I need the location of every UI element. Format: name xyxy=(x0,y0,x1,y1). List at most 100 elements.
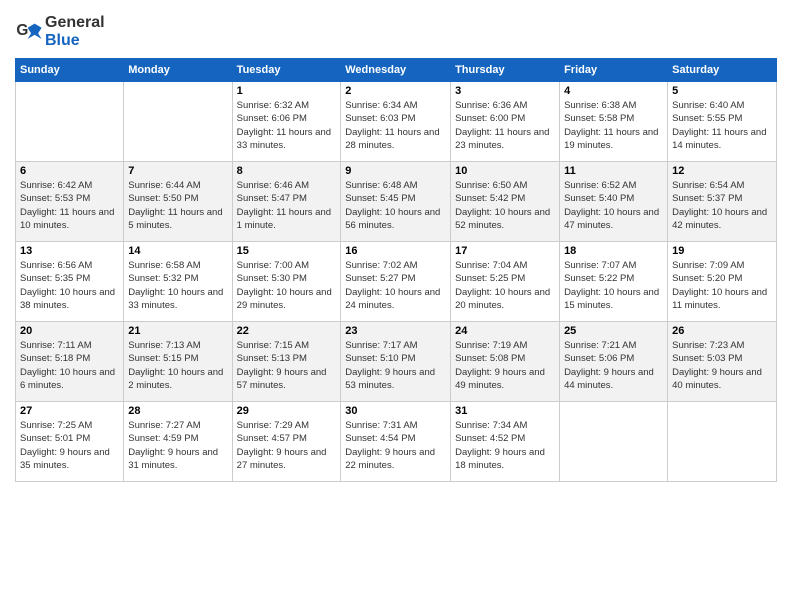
day-number: 7 xyxy=(128,165,227,177)
calendar-cell: 19Sunrise: 7:09 AM Sunset: 5:20 PM Dayli… xyxy=(668,242,777,322)
day-number: 30 xyxy=(345,405,446,417)
logo-icon: G xyxy=(15,18,43,46)
day-header-friday: Friday xyxy=(560,59,668,82)
calendar-cell: 9 Sunrise: 6:48 AM Sunset: 5:45 PM Daylig… xyxy=(341,162,451,242)
day-info: Sunrise: 6:48 AM Sunset: 5:45 PM Dayligh… xyxy=(345,179,446,232)
day-number: 9 xyxy=(345,165,446,177)
calendar-cell: 31 Sunrise: 7:34 AM Sunset: 4:52 PM Dayli… xyxy=(451,402,560,482)
day-number: 5 xyxy=(672,85,772,97)
day-info: Sunrise: 7:11 AM Sunset: 5:18 PM Dayligh… xyxy=(20,339,119,392)
day-header-saturday: Saturday xyxy=(668,59,777,82)
day-number: 13 xyxy=(20,245,119,257)
calendar-cell: 7 Sunrise: 6:44 AM Sunset: 5:50 PM Daylig… xyxy=(124,162,232,242)
calendar-cell: 4 Sunrise: 6:38 AM Sunset: 5:58 PM Daylig… xyxy=(560,82,668,162)
calendar-header: G General Blue xyxy=(15,10,777,50)
day-info: Sunrise: 7:07 AM Sunset: 5:22 PM Dayligh… xyxy=(564,259,663,312)
day-info: Sunrise: 7:19 AM Sunset: 5:08 PM Dayligh… xyxy=(455,339,555,392)
day-info: Sunrise: 6:58 AM Sunset: 5:32 PM Dayligh… xyxy=(128,259,227,312)
day-info: Sunrise: 6:40 AM Sunset: 5:55 PM Dayligh… xyxy=(672,99,772,152)
logo: G General Blue xyxy=(15,14,105,50)
day-info: Sunrise: 6:32 AM Sunset: 6:06 PM Dayligh… xyxy=(237,99,337,152)
calendar-cell: 16Sunrise: 7:02 AM Sunset: 5:27 PM Dayli… xyxy=(341,242,451,322)
calendar-cell: 26 Sunrise: 7:23 AM Sunset: 5:03 PM Dayli… xyxy=(668,322,777,402)
day-info: Sunrise: 6:42 AM Sunset: 5:53 PM Dayligh… xyxy=(20,179,119,232)
calendar-cell: 5 Sunrise: 6:40 AM Sunset: 5:55 PM Daylig… xyxy=(668,82,777,162)
day-info: Sunrise: 6:54 AM Sunset: 5:37 PM Dayligh… xyxy=(672,179,772,232)
day-number: 27 xyxy=(20,405,119,417)
day-number: 12 xyxy=(672,165,772,177)
day-number: 31 xyxy=(455,405,555,417)
calendar-cell: 3 Sunrise: 6:36 AM Sunset: 6:00 PM Daylig… xyxy=(451,82,560,162)
calendar-cell: 2Sunrise: 6:34 AM Sunset: 6:03 PM Daylig… xyxy=(341,82,451,162)
calendar-body: 1 Sunrise: 6:32 AM Sunset: 6:06 PM Daylig… xyxy=(16,82,777,482)
day-info: Sunrise: 6:46 AM Sunset: 5:47 PM Dayligh… xyxy=(237,179,337,232)
week-row-5: 27 Sunrise: 7:25 AM Sunset: 5:01 PM Dayli… xyxy=(16,402,777,482)
day-info: Sunrise: 7:04 AM Sunset: 5:25 PM Dayligh… xyxy=(455,259,555,312)
day-number: 22 xyxy=(237,325,337,337)
day-number: 28 xyxy=(128,405,227,417)
day-number: 4 xyxy=(564,85,663,97)
day-number: 19 xyxy=(672,245,772,257)
day-number: 15 xyxy=(237,245,337,257)
week-row-1: 1 Sunrise: 6:32 AM Sunset: 6:06 PM Daylig… xyxy=(16,82,777,162)
day-header-monday: Monday xyxy=(124,59,232,82)
calendar-cell: 13 Sunrise: 6:56 AM Sunset: 5:35 PM Dayli… xyxy=(16,242,124,322)
calendar-cell: 28 Sunrise: 7:27 AM Sunset: 4:59 PM Dayli… xyxy=(124,402,232,482)
day-info: Sunrise: 6:38 AM Sunset: 5:58 PM Dayligh… xyxy=(564,99,663,152)
day-info: Sunrise: 7:34 AM Sunset: 4:52 PM Dayligh… xyxy=(455,419,555,472)
day-number: 25 xyxy=(564,325,663,337)
week-row-2: 6 Sunrise: 6:42 AM Sunset: 5:53 PM Daylig… xyxy=(16,162,777,242)
day-number: 1 xyxy=(237,85,337,97)
day-number: 24 xyxy=(455,325,555,337)
calendar-cell: 1 Sunrise: 6:32 AM Sunset: 6:06 PM Daylig… xyxy=(232,82,341,162)
day-info: Sunrise: 7:25 AM Sunset: 5:01 PM Dayligh… xyxy=(20,419,119,472)
week-row-3: 13 Sunrise: 6:56 AM Sunset: 5:35 PM Dayli… xyxy=(16,242,777,322)
day-info: Sunrise: 6:34 AM Sunset: 6:03 PM Dayligh… xyxy=(345,99,446,152)
day-number: 16 xyxy=(345,245,446,257)
day-number: 6 xyxy=(20,165,119,177)
day-info: Sunrise: 7:23 AM Sunset: 5:03 PM Dayligh… xyxy=(672,339,772,392)
day-info: Sunrise: 6:36 AM Sunset: 6:00 PM Dayligh… xyxy=(455,99,555,152)
calendar-cell: 6 Sunrise: 6:42 AM Sunset: 5:53 PM Daylig… xyxy=(16,162,124,242)
day-number: 23 xyxy=(345,325,446,337)
day-info: Sunrise: 7:27 AM Sunset: 4:59 PM Dayligh… xyxy=(128,419,227,472)
day-number: 10 xyxy=(455,165,555,177)
calendar-cell: 11 Sunrise: 6:52 AM Sunset: 5:40 PM Dayli… xyxy=(560,162,668,242)
calendar-container: G General Blue SundayMondayTuesdayWednes… xyxy=(0,0,792,492)
day-info: Sunrise: 6:52 AM Sunset: 5:40 PM Dayligh… xyxy=(564,179,663,232)
day-number: 29 xyxy=(237,405,337,417)
day-number: 11 xyxy=(564,165,663,177)
calendar-cell: 27 Sunrise: 7:25 AM Sunset: 5:01 PM Dayli… xyxy=(16,402,124,482)
calendar-cell: 21Sunrise: 7:13 AM Sunset: 5:15 PM Dayli… xyxy=(124,322,232,402)
day-number: 20 xyxy=(20,325,119,337)
day-number: 8 xyxy=(237,165,337,177)
day-info: Sunrise: 7:29 AM Sunset: 4:57 PM Dayligh… xyxy=(237,419,337,472)
day-info: Sunrise: 6:44 AM Sunset: 5:50 PM Dayligh… xyxy=(128,179,227,232)
week-row-4: 20 Sunrise: 7:11 AM Sunset: 5:18 PM Dayli… xyxy=(16,322,777,402)
day-info: Sunrise: 7:15 AM Sunset: 5:13 PM Dayligh… xyxy=(237,339,337,392)
logo-text: General Blue xyxy=(45,14,105,50)
calendar-cell xyxy=(124,82,232,162)
calendar-cell xyxy=(16,82,124,162)
day-header-thursday: Thursday xyxy=(451,59,560,82)
day-info: Sunrise: 6:56 AM Sunset: 5:35 PM Dayligh… xyxy=(20,259,119,312)
day-info: Sunrise: 7:00 AM Sunset: 5:30 PM Dayligh… xyxy=(237,259,337,312)
calendar-cell: 17Sunrise: 7:04 AM Sunset: 5:25 PM Dayli… xyxy=(451,242,560,322)
calendar-cell: 22 Sunrise: 7:15 AM Sunset: 5:13 PM Dayli… xyxy=(232,322,341,402)
day-header-sunday: Sunday xyxy=(16,59,124,82)
day-number: 14 xyxy=(128,245,227,257)
day-header-tuesday: Tuesday xyxy=(232,59,341,82)
day-info: Sunrise: 6:50 AM Sunset: 5:42 PM Dayligh… xyxy=(455,179,555,232)
calendar-cell: 24 Sunrise: 7:19 AM Sunset: 5:08 PM Dayli… xyxy=(451,322,560,402)
day-number: 3 xyxy=(455,85,555,97)
calendar-cell xyxy=(560,402,668,482)
calendar-cell: 23 Sunrise: 7:17 AM Sunset: 5:10 PM Dayli… xyxy=(341,322,451,402)
day-info: Sunrise: 7:17 AM Sunset: 5:10 PM Dayligh… xyxy=(345,339,446,392)
calendar-cell: 12 Sunrise: 6:54 AM Sunset: 5:37 PM Dayli… xyxy=(668,162,777,242)
day-number: 18 xyxy=(564,245,663,257)
day-number: 21 xyxy=(128,325,227,337)
calendar-cell: 10 Sunrise: 6:50 AM Sunset: 5:42 PM Dayli… xyxy=(451,162,560,242)
calendar-cell xyxy=(668,402,777,482)
day-number: 26 xyxy=(672,325,772,337)
calendar-cell: 30Sunrise: 7:31 AM Sunset: 4:54 PM Dayli… xyxy=(341,402,451,482)
